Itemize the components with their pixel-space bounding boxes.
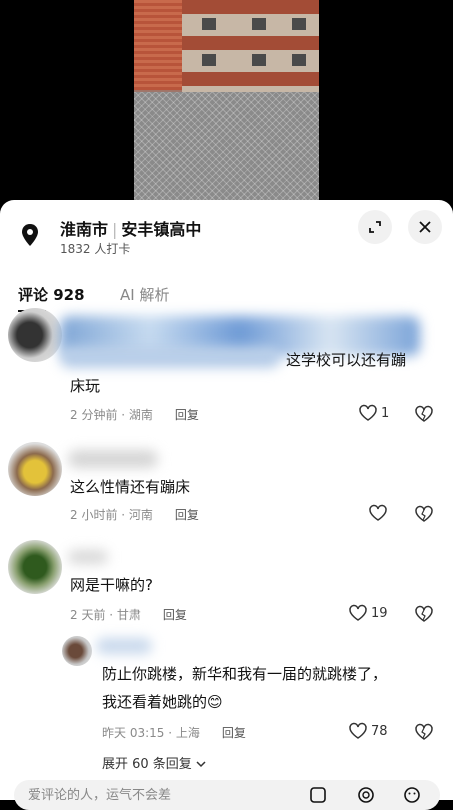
comment-meta: 2 天前 · 甘肃 回复: [70, 608, 187, 622]
broken-heart-icon[interactable]: [414, 405, 434, 423]
blurred-username: [68, 550, 108, 564]
tab-comments[interactable]: 评论 928: [18, 284, 85, 312]
comment-text: 这么性情还有蹦床: [70, 478, 191, 496]
location-title[interactable]: 淮南市 | 安丰镇高中: [60, 216, 201, 240]
reply-button[interactable]: 回复: [222, 726, 246, 740]
brick-wall: [134, 0, 182, 90]
comment-input-placeholder: 爱评论的人，运气不会差: [28, 788, 172, 803]
expand-replies-button[interactable]: 展开 60 条回复: [102, 753, 206, 772]
close-icon: [419, 221, 431, 233]
comment-input[interactable]: 爱评论的人，运气不会差: [14, 780, 440, 810]
reply-text: 防止你跳楼，新华和我有一届的就跳楼了，: [102, 665, 388, 683]
video-frame: [134, 0, 319, 205]
location-icon: [22, 224, 38, 246]
reply-meta: 昨天 03:15 · 上海 回复: [102, 726, 246, 740]
heart-icon: [369, 504, 387, 521]
chevron-down-icon: [196, 761, 206, 768]
comment-text: 这学校可以还有蹦: [286, 351, 407, 369]
avatar[interactable]: [8, 540, 62, 594]
safety-net: [134, 92, 319, 205]
broken-heart-icon[interactable]: [414, 505, 434, 523]
tab-ai-analysis[interactable]: AI 解析: [120, 284, 169, 305]
broken-heart-icon[interactable]: [414, 723, 434, 741]
heart-icon: [349, 722, 367, 739]
reply-text-line2: 我还看着她跳的😊: [102, 693, 223, 711]
broken-heart-icon[interactable]: [414, 605, 434, 623]
expand-button[interactable]: [358, 210, 392, 244]
expand-icon: [369, 221, 381, 233]
comment-sheet: 淮南市 | 安丰镇高中 1832 人打卡 评论 928 AI 解析 这学校可以还有蹦…: [0, 200, 453, 800]
location-city: 淮南市: [60, 220, 109, 239]
checkin-count: 1832 人打卡: [60, 242, 131, 256]
blurred-text: [60, 346, 280, 368]
reply-button[interactable]: 回复: [163, 608, 187, 622]
like-button[interactable]: 78: [348, 722, 388, 740]
at-icon[interactable]: [356, 785, 376, 805]
avatar[interactable]: [8, 442, 62, 496]
smile-emoji: 😊: [207, 693, 223, 711]
image-icon[interactable]: [308, 785, 328, 805]
avatar[interactable]: [62, 636, 92, 666]
comment-meta: 2 分钟前 · 湖南 回复: [70, 408, 199, 422]
close-button[interactable]: [408, 210, 442, 244]
reply-button[interactable]: 回复: [175, 408, 199, 422]
video-player[interactable]: [0, 0, 453, 205]
comment-input-bar: 爱评论的人，运气不会差: [0, 776, 453, 810]
like-button[interactable]: [368, 504, 391, 522]
building: [182, 0, 319, 92]
comment-meta: 2 小时前 · 河南 回复: [70, 508, 199, 522]
reply-button[interactable]: 回复: [175, 508, 199, 522]
location-place: 安丰镇高中: [121, 220, 202, 239]
like-button[interactable]: 1: [358, 404, 389, 422]
heart-icon: [349, 604, 367, 621]
emoji-icon[interactable]: [402, 785, 422, 805]
like-button[interactable]: 19: [348, 604, 388, 622]
comment-text: 床玩: [70, 377, 101, 395]
avatar[interactable]: [8, 308, 62, 362]
blurred-username: [96, 638, 152, 654]
comment-text: 网是干嘛的?: [70, 576, 153, 594]
blurred-username: [68, 450, 158, 468]
heart-icon: [359, 404, 377, 421]
